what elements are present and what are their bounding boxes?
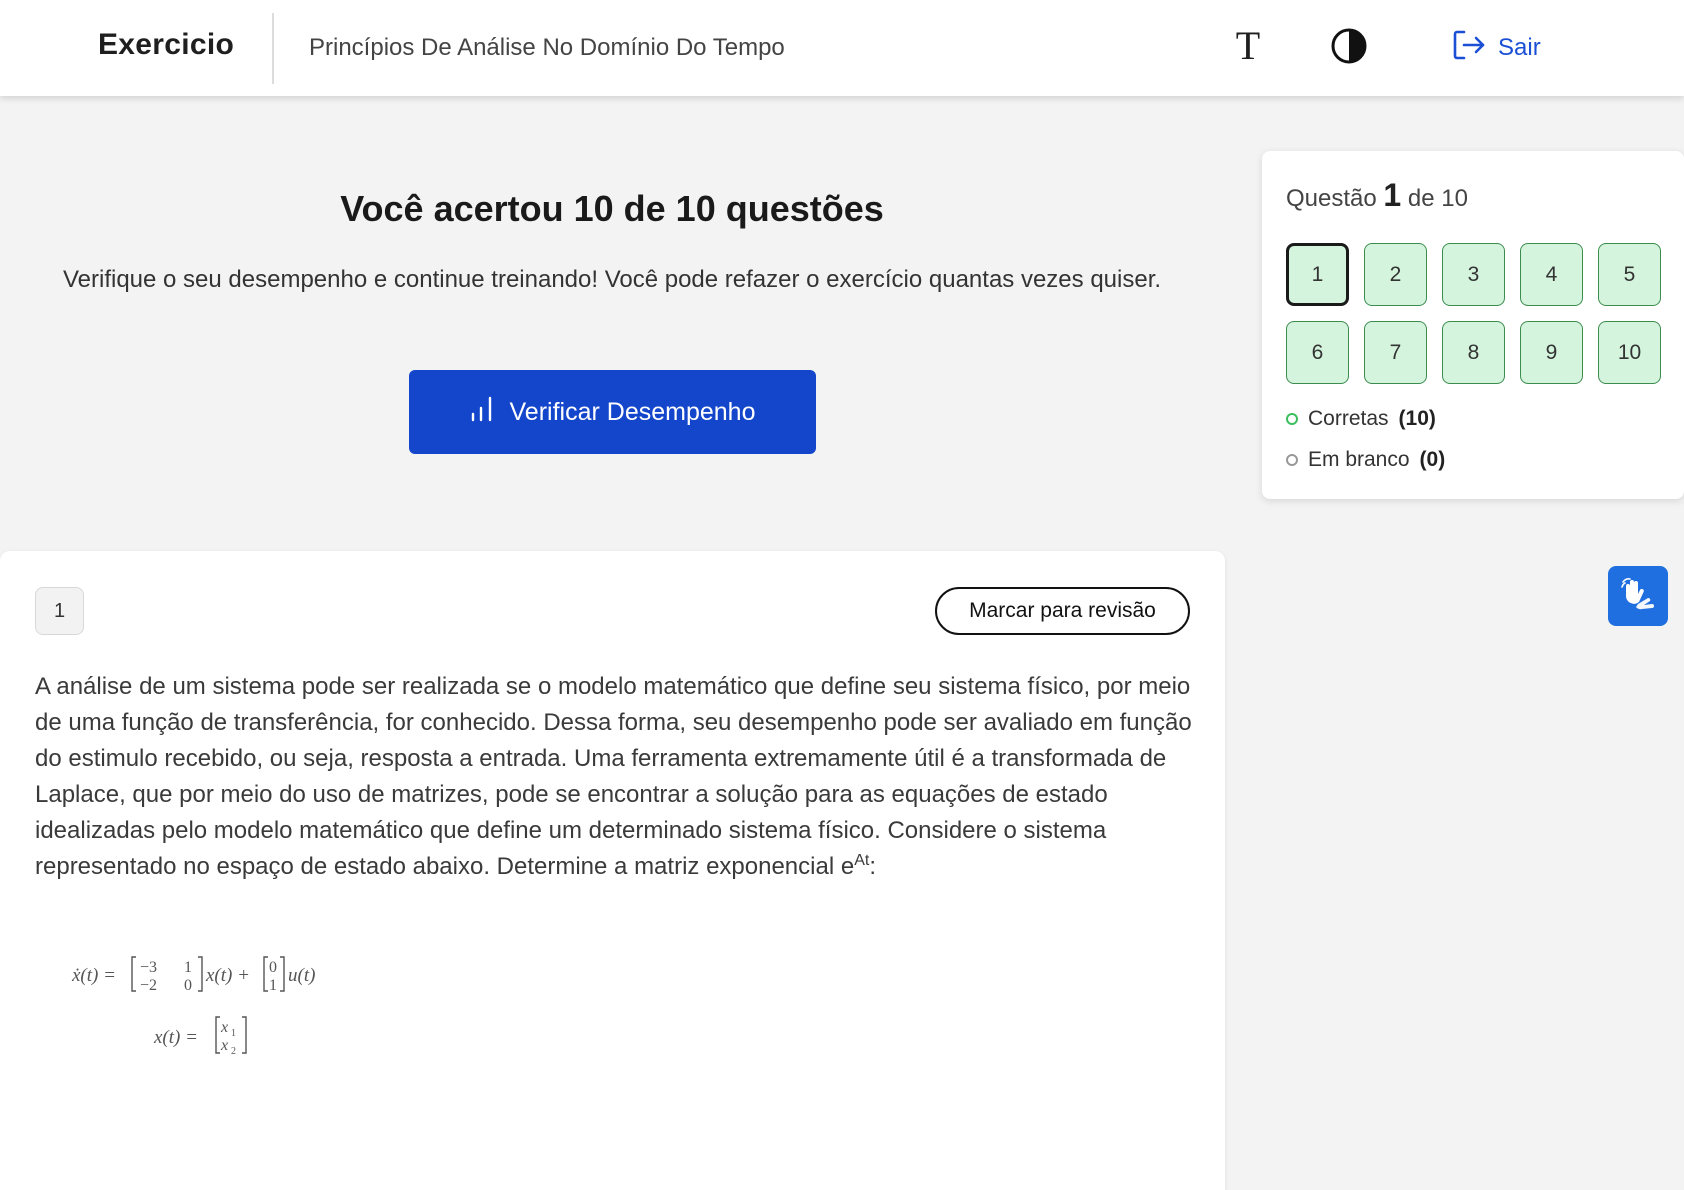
question-nav-7[interactable]: 7 [1364, 321, 1427, 384]
bar-chart-icon [470, 396, 494, 429]
question-counter: Questão 1 de 10 [1286, 177, 1468, 213]
matrixB-r1: 1 [269, 977, 277, 994]
check-performance-label: Verificar Desempenho [509, 397, 756, 426]
question-nav-8[interactable]: 8 [1442, 321, 1505, 384]
question-nav-3[interactable]: 3 [1442, 243, 1505, 306]
question-nav-6[interactable]: 6 [1286, 321, 1349, 384]
formula-rhs1: u(t) [288, 965, 315, 986]
question-nav-4[interactable]: 4 [1520, 243, 1583, 306]
matrixA-r1c1: 0 [184, 977, 192, 994]
font-size-icon[interactable]: T [1228, 22, 1268, 70]
logout-button[interactable]: Sair [1452, 30, 1541, 66]
top-header: Exercicio Princípios De Análise No Domín… [0, 0, 1684, 96]
blank-dot-icon [1286, 454, 1298, 466]
state-space-formula: ẋ(t) = −3 1 −2 0 x(t) + 0 1 u(t) x(t) = … [71, 956, 315, 1057]
sign-language-icon [1618, 574, 1658, 619]
question-text: A análise de um sistema pode ser realiza… [35, 673, 1192, 880]
logout-icon [1452, 29, 1486, 68]
vectorX-sub1: 2 [231, 1046, 236, 1057]
mark-for-review-button[interactable]: Marcar para revisão [935, 587, 1190, 635]
question-nav-10[interactable]: 10 [1598, 321, 1661, 384]
question-number-badge: 1 [35, 587, 84, 635]
question-nav-5[interactable]: 5 [1598, 243, 1661, 306]
matrixA-r1c0: −2 [140, 977, 157, 994]
matrixA-r0c1: 1 [184, 959, 192, 976]
sign-language-button[interactable] [1608, 566, 1668, 626]
brand-title: Exercicio [98, 28, 235, 61]
question-nav-2[interactable]: 2 [1364, 243, 1427, 306]
question-text-superscript: At [854, 852, 870, 869]
matrixA-r0c0: −3 [140, 959, 157, 976]
correct-dot-icon [1286, 413, 1298, 425]
question-nav-9[interactable]: 9 [1520, 321, 1583, 384]
contrast-icon[interactable] [1330, 27, 1368, 65]
vectorX-r0: x [220, 1019, 228, 1036]
formula-lhs2: x(t) = [153, 1027, 198, 1048]
legend-correct: Corretas (10) [1286, 407, 1436, 431]
result-description: Verifique o seu desempenho e continue tr… [62, 266, 1162, 293]
question-navigator-panel: Questão 1 de 10 1 2 3 4 5 6 7 8 9 10 Corretas (10… [1262, 151, 1684, 499]
question-nav-1[interactable]: 1 [1286, 243, 1349, 306]
question-grid: 1 2 3 4 5 6 7 8 9 10 [1286, 243, 1661, 384]
matrixB-r0: 0 [269, 959, 277, 976]
current-question-number: 1 [1383, 177, 1402, 213]
vectorX-sub0: 1 [231, 1028, 236, 1039]
course-title: Princípios De Análise No Domínio Do Temp… [309, 34, 785, 61]
legend-blank: Em branco (0) [1286, 448, 1445, 472]
check-performance-button[interactable]: Verificar Desempenho [409, 370, 816, 454]
formula-mid1: x(t) + [205, 965, 250, 986]
vectorX-r1: x [220, 1037, 228, 1054]
question-card: 1 Marcar para revisão A análise de um si… [0, 551, 1225, 1190]
logout-label: Sair [1498, 34, 1541, 61]
header-divider [272, 13, 274, 84]
result-title: Você acertou 10 de 10 questões [340, 188, 884, 229]
formula-lhs1: ẋ(t) = [71, 965, 116, 986]
